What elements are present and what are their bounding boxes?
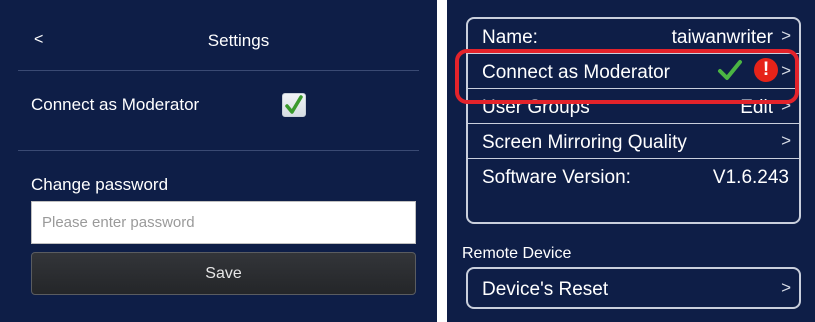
name-row[interactable]: Name: taiwanwriter > [468,19,799,54]
user-groups-label: User Groups [482,97,590,118]
software-version-value: V1.6.243 [712,167,789,188]
settings-panel: < Settings Connect as Moderator Change p… [0,0,437,322]
device-settings-panel: Name: taiwanwriter > Connect as Moderato… [447,0,815,322]
connect-moderator-label: Connect as Moderator [482,62,670,83]
connect-moderator-row[interactable]: Connect as Moderator ! > [468,54,799,89]
name-label: Name: [482,27,538,48]
device-reset-row[interactable]: Device's Reset > [468,269,799,307]
mirroring-quality-row[interactable]: Screen Mirroring Quality > [468,124,799,159]
change-password-label: Change password [31,175,169,194]
user-groups-edit: Edit [740,97,773,118]
device-reset-label: Device's Reset [482,279,609,300]
check-icon [718,60,742,80]
save-button[interactable]: Save [31,252,416,295]
remote-device-group: Device's Reset > [466,267,801,309]
chevron-right-icon: > [781,96,791,115]
remote-device-label: Remote Device [462,245,572,262]
settings-group: Name: taiwanwriter > Connect as Moderato… [466,17,801,224]
moderator-checkbox[interactable] [282,93,306,117]
chevron-right-icon: > [781,278,791,297]
user-groups-row[interactable]: User Groups Edit > [468,89,799,124]
chevron-right-icon: > [781,26,791,45]
chevron-right-icon: > [781,131,791,150]
moderator-row: Connect as Moderator [18,70,419,151]
page-title: Settings [207,31,270,50]
software-version-row: Software Version: V1.6.243 [468,159,799,193]
settings-header: < Settings [18,0,419,71]
mirroring-quality-label: Screen Mirroring Quality [482,132,687,153]
chevron-right-icon: > [781,61,791,80]
alert-icon: ! [754,58,778,82]
software-version-label: Software Version: [482,167,631,188]
moderator-label: Connect as Moderator [31,95,200,114]
name-value: taiwanwriter [671,27,773,48]
check-icon [285,95,303,114]
password-input[interactable] [31,201,416,244]
